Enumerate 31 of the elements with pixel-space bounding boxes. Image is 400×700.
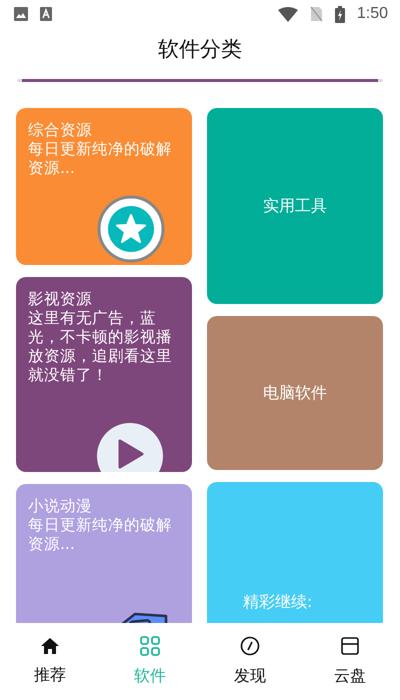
nav-tab[interactable]: 云盘	[300, 623, 400, 700]
battery-charging-icon	[334, 6, 345, 22]
wifi-icon	[278, 6, 298, 22]
category-card[interactable]: 实用工具	[207, 108, 383, 304]
nav-tab[interactable]: 发现	[200, 623, 300, 700]
card-title: 小说动漫	[28, 497, 93, 516]
image-icon	[14, 7, 28, 21]
card-title: 精彩继续:	[243, 592, 312, 613]
nav-tab[interactable]: 软件	[100, 623, 200, 700]
category-card[interactable]: 影视资源 这里有无广告，蓝光，不卡顿的影视播放资源，追剧看这里就没错了！	[16, 277, 192, 472]
play-icon	[96, 422, 164, 472]
category-card[interactable]: 综合资源 每日更新纯净的破解资源...	[16, 108, 192, 265]
nav-tab[interactable]: 推荐	[0, 623, 100, 700]
compass-icon	[240, 636, 260, 656]
card-description: 每日更新纯净的破解资源...	[28, 140, 173, 178]
card-title: 影视资源	[28, 290, 93, 309]
status-time: 1:50	[356, 5, 388, 23]
card-title: 实用工具	[263, 196, 327, 216]
no-sim-icon	[310, 6, 323, 22]
category-card[interactable]: 电脑软件	[207, 316, 383, 470]
font-icon	[40, 7, 52, 21]
card-title: 电脑软件	[263, 382, 327, 404]
box-icon	[340, 636, 360, 656]
category-card[interactable]: 精彩继续:	[207, 482, 383, 623]
category-card[interactable]: 小说动漫 每日更新纯净的破解资源...	[16, 484, 192, 623]
card-title: 综合资源	[28, 121, 93, 140]
grid-icon	[140, 636, 160, 656]
card-description: 每日更新纯净的破解资源...	[28, 516, 173, 554]
page-title: 软件分类	[158, 36, 242, 63]
home-icon	[40, 637, 60, 655]
card-description: 这里有无广告，蓝光，不卡顿的影视播放资源，追剧看这里就没错了！	[28, 309, 173, 385]
